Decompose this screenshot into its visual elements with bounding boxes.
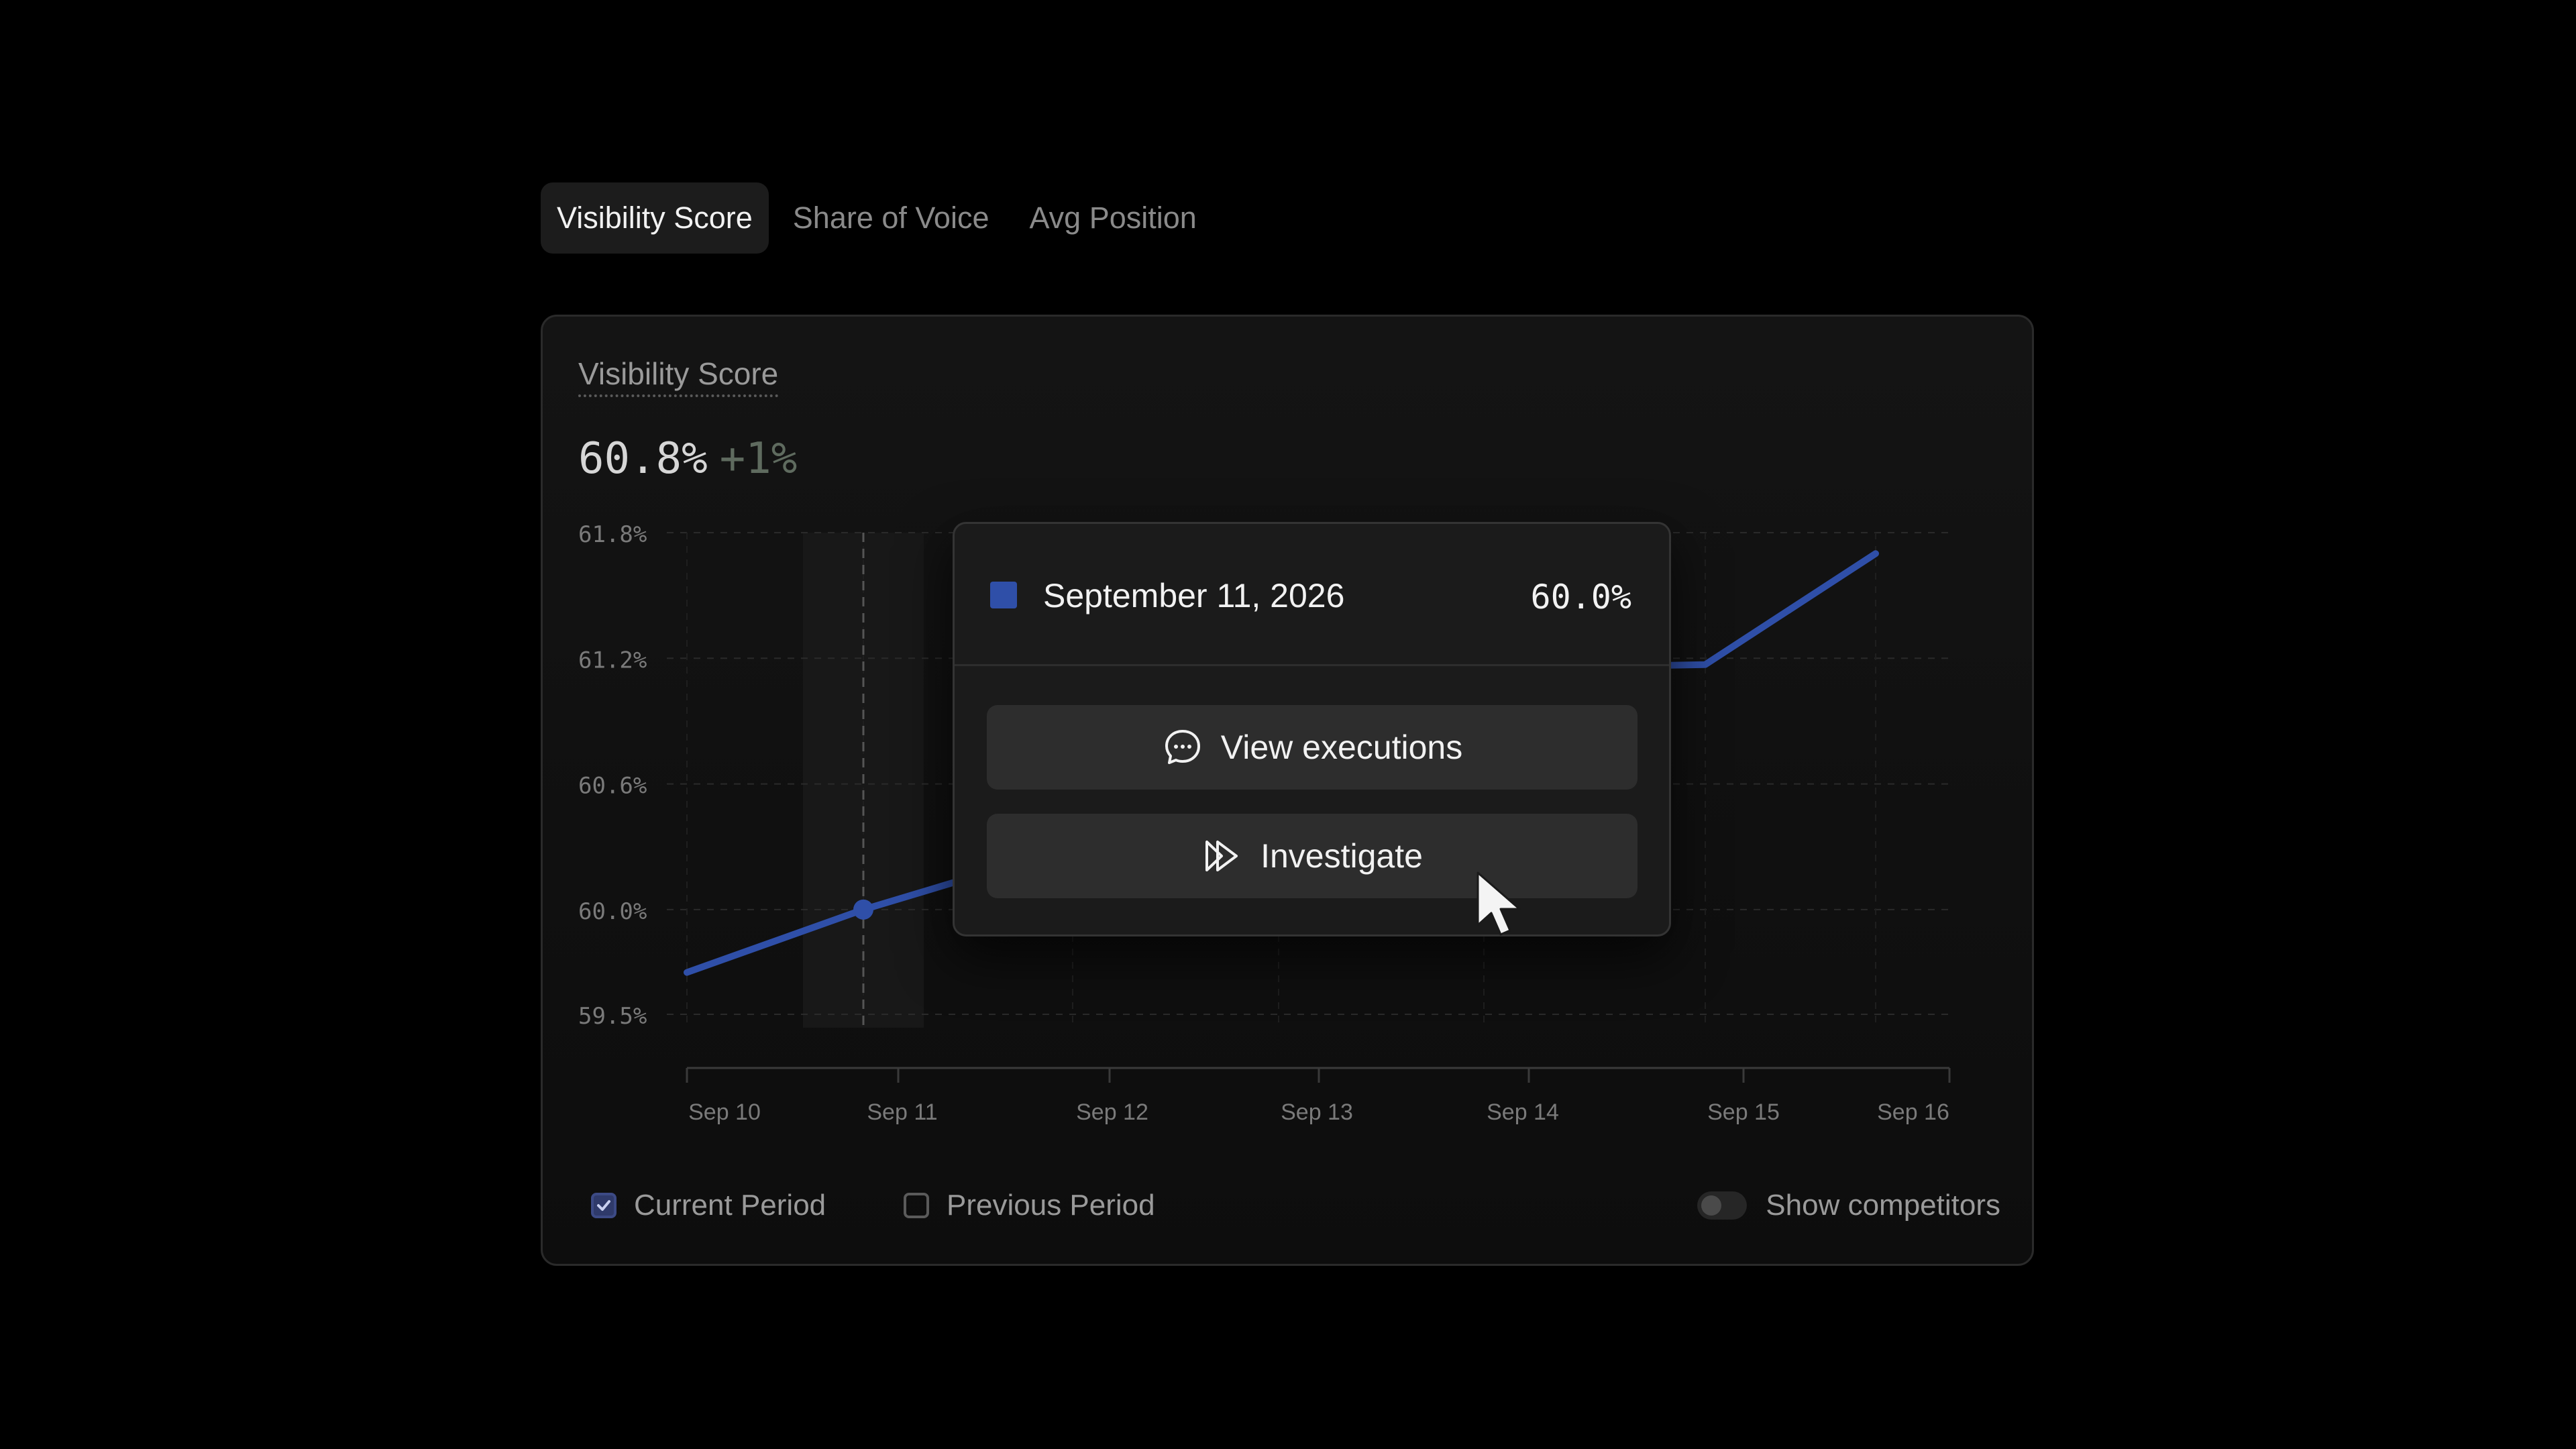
x-tick-label: Sep 16 bbox=[1877, 1099, 1949, 1125]
x-tick-label: Sep 14 bbox=[1487, 1099, 1559, 1125]
highlight-point bbox=[853, 899, 873, 920]
legend-current-period[interactable]: Current Period bbox=[591, 1189, 826, 1222]
y-tick-label: 61.8% bbox=[578, 521, 647, 548]
tab-visibility-score[interactable]: Visibility Score bbox=[541, 182, 769, 254]
fast-forward-icon bbox=[1201, 835, 1243, 877]
tab-share-of-voice[interactable]: Share of Voice bbox=[777, 182, 1006, 254]
show-competitors-label: Show competitors bbox=[1766, 1189, 2000, 1222]
series-swatch bbox=[990, 582, 1017, 608]
toggle-knob bbox=[1701, 1195, 1722, 1216]
tab-avg-position[interactable]: Avg Position bbox=[1013, 182, 1212, 254]
tooltip-header: September 11, 2026 60.0% bbox=[955, 524, 1669, 666]
current-period-checkbox[interactable] bbox=[591, 1193, 616, 1218]
previous-period-label: Previous Period bbox=[947, 1189, 1155, 1222]
view-executions-label: View executions bbox=[1220, 729, 1463, 766]
x-tick-label: Sep 11 bbox=[867, 1099, 937, 1125]
y-tick-label: 60.6% bbox=[578, 773, 647, 800]
chat-bubble-icon bbox=[1162, 727, 1203, 768]
x-tick-label: Sep 12 bbox=[1076, 1099, 1148, 1125]
tooltip-value: 60.0% bbox=[1530, 578, 1631, 616]
x-tick-label: Sep 15 bbox=[1707, 1099, 1780, 1125]
view-executions-button[interactable]: View executions bbox=[987, 705, 1638, 790]
y-tick-label: 59.5% bbox=[578, 1003, 647, 1030]
show-competitors-control[interactable]: Show competitors bbox=[1697, 1189, 2000, 1222]
x-tick-label: Sep 10 bbox=[688, 1099, 761, 1125]
show-competitors-toggle[interactable] bbox=[1697, 1191, 1748, 1220]
x-tick-label: Sep 13 bbox=[1281, 1099, 1353, 1125]
investigate-label: Investigate bbox=[1260, 837, 1423, 875]
mouse-cursor-icon bbox=[1477, 871, 1521, 936]
data-point-tooltip: September 11, 2026 60.0% View executions… bbox=[953, 522, 1671, 936]
current-period-label: Current Period bbox=[634, 1189, 826, 1222]
y-tick-label: 60.0% bbox=[578, 898, 647, 925]
y-tick-label: 61.2% bbox=[578, 647, 647, 674]
previous-period-checkbox[interactable] bbox=[904, 1193, 929, 1218]
check-icon bbox=[597, 1200, 610, 1211]
legend-previous-period[interactable]: Previous Period bbox=[904, 1189, 1155, 1222]
tooltip-date: September 11, 2026 bbox=[1043, 577, 1345, 614]
investigate-button[interactable]: Investigate bbox=[987, 814, 1638, 898]
metric-tabs: Visibility Score Share of Voice Avg Posi… bbox=[541, 182, 1221, 254]
